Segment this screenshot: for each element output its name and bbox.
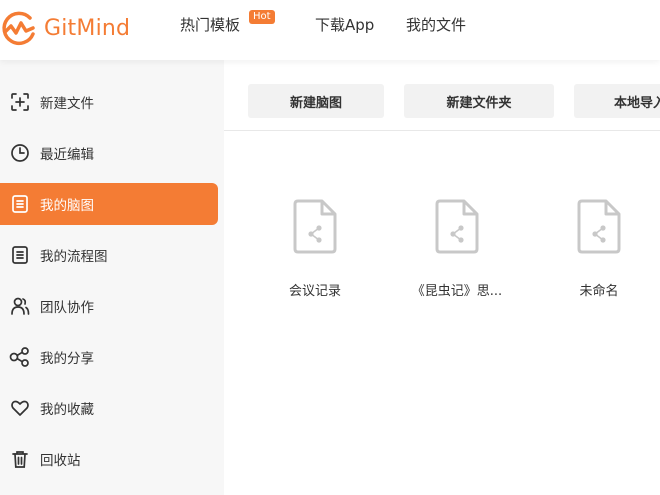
sidebar-item-favorites[interactable]: 我的收藏 <box>0 387 218 429</box>
new-mindmap-button[interactable]: 新建脑图 <box>248 84 384 118</box>
file-name: 会议记录 <box>288 284 341 299</box>
sidebar-item-label: 我的脑图 <box>40 198 94 214</box>
sidebar-item-team[interactable]: 团队协作 <box>0 285 218 327</box>
local-import-button[interactable]: 本地导入 <box>574 84 660 118</box>
sidebar-item-my-flowcharts[interactable]: 我的流程图 <box>0 234 218 276</box>
file-name: 《昆虫记》思... <box>411 284 503 299</box>
sidebar-item-label: 最近编辑 <box>40 147 94 163</box>
toolbar-divider <box>224 130 660 131</box>
sidebar-item-trash[interactable]: 回收站 <box>0 438 218 480</box>
file-item[interactable]: 未命名 <box>539 198 659 299</box>
hot-badge: Hot <box>249 10 275 24</box>
nav-download-app[interactable]: 下载App <box>315 14 374 35</box>
mindmap-file-icon <box>435 199 479 254</box>
sidebar-item-my-mindmaps[interactable]: 我的脑图 <box>0 183 218 225</box>
document-list-icon <box>0 245 40 265</box>
sidebar-item-label: 我的分享 <box>40 351 94 367</box>
trash-icon <box>0 449 40 469</box>
clock-icon <box>0 143 40 163</box>
sidebar-item-label: 我的流程图 <box>40 249 108 265</box>
mindmap-file-icon <box>577 199 621 254</box>
top-header: GitMind 热门模板 Hot 下载App 我的文件 <box>0 0 660 60</box>
file-item[interactable]: 会议记录 <box>255 198 375 299</box>
sidebar-item-label: 回收站 <box>40 453 81 469</box>
sidebar-item-label: 团队协作 <box>40 300 94 316</box>
team-icon <box>0 296 40 316</box>
document-list-icon <box>0 194 40 214</box>
sidebar-item-new-file[interactable]: 新建文件 <box>0 81 218 123</box>
file-name: 未命名 <box>579 284 619 299</box>
sidebar: 新建文件 最近编辑 我的脑图 我的流程图 团队协作 我的分享 我的收藏 回收站 <box>0 60 224 495</box>
sidebar-item-share[interactable]: 我的分享 <box>0 336 218 378</box>
nav-templates[interactable]: 热门模板 <box>180 14 240 35</box>
sidebar-item-label: 新建文件 <box>40 96 94 112</box>
gitmind-logo-icon <box>2 11 35 45</box>
sidebar-item-label: 我的收藏 <box>40 402 94 418</box>
mindmap-file-icon <box>293 199 337 254</box>
file-item[interactable]: 《昆虫记》思... <box>397 198 517 299</box>
sidebar-item-recent[interactable]: 最近编辑 <box>0 132 218 174</box>
logo-text: GitMind <box>44 15 131 41</box>
nav-my-files[interactable]: 我的文件 <box>406 14 466 35</box>
share-icon <box>0 347 40 367</box>
add-file-icon <box>0 92 40 112</box>
logo[interactable]: GitMind <box>0 6 130 50</box>
new-folder-button[interactable]: 新建文件夹 <box>404 84 554 118</box>
heart-icon <box>0 398 40 418</box>
